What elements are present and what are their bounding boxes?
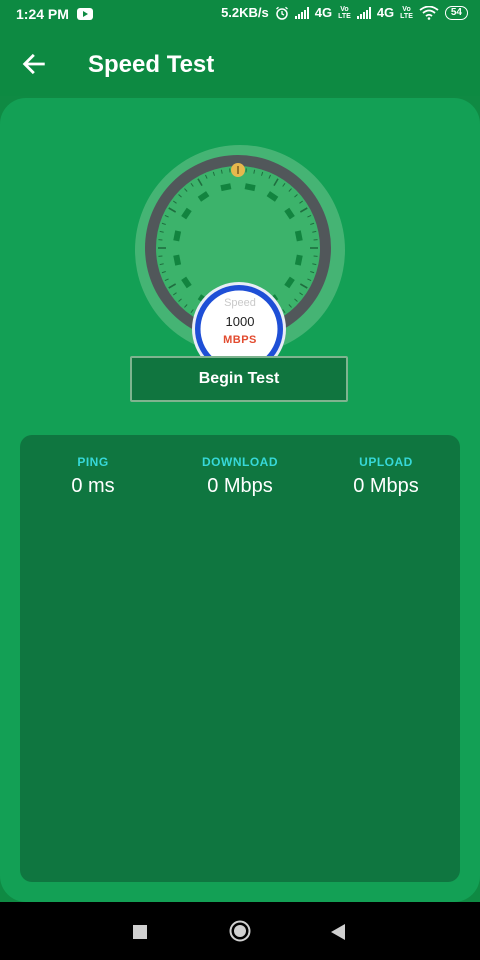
wifi-icon bbox=[419, 5, 439, 20]
signal-icon bbox=[294, 6, 309, 19]
network-speed: 5.2KB/s bbox=[221, 5, 269, 20]
volte-bottom: LTE bbox=[338, 12, 351, 20]
download-metric: DOWNLOAD 0 Mbps bbox=[170, 455, 310, 498]
arrow-left-icon[interactable] bbox=[20, 50, 48, 78]
download-label: DOWNLOAD bbox=[202, 455, 278, 469]
download-value: 0 Mbps bbox=[207, 475, 273, 497]
volte-bottom: LTE bbox=[400, 12, 413, 20]
back-triangle-icon[interactable] bbox=[330, 923, 346, 941]
upload-metric: UPLOAD 0 Mbps bbox=[316, 455, 456, 498]
system-nav-bar bbox=[0, 902, 480, 960]
clock: 1:24 PM bbox=[16, 6, 69, 22]
page-title: Speed Test bbox=[88, 51, 215, 78]
upload-value: 0 Mbps bbox=[353, 475, 419, 497]
volte-top: Vo bbox=[402, 5, 411, 13]
begin-test-button[interactable]: Begin Test bbox=[130, 356, 348, 402]
speed-value: 1000 bbox=[225, 314, 255, 329]
youtube-icon bbox=[76, 8, 93, 20]
speed-unit: MBPS bbox=[223, 334, 257, 346]
results-panel: PING 0 ms DOWNLOAD 0 Mbps UPLOAD 0 Mbps bbox=[20, 435, 460, 882]
speed-label: Speed bbox=[224, 297, 256, 309]
ping-label: PING bbox=[77, 455, 109, 469]
ping-value: 0 ms bbox=[71, 475, 115, 497]
recents-square-icon[interactable] bbox=[132, 924, 148, 940]
main-card: Speed 1000 MBPS Begin Test PING 0 ms DOW… bbox=[0, 98, 480, 902]
sim1-network-type: 4G bbox=[314, 5, 333, 20]
volte-indicator: Vo LTE bbox=[338, 6, 351, 20]
home-circle-icon[interactable] bbox=[229, 920, 251, 942]
battery-icon: 54 bbox=[444, 5, 468, 20]
volte-indicator: Vo LTE bbox=[400, 6, 413, 20]
volte-top: Vo bbox=[340, 5, 349, 13]
ping-metric: PING 0 ms bbox=[23, 455, 163, 498]
status-left: 1:24 PM bbox=[16, 6, 93, 22]
app-bar: Speed Test bbox=[0, 30, 480, 96]
status-right: 5.2KB/s 4G Vo LTE 4G Vo LTE 54 bbox=[221, 5, 468, 20]
signal-icon bbox=[356, 6, 371, 19]
status-bar: 1:24 PM 5.2KB/s 4G Vo LTE 4G Vo LTE 54 bbox=[0, 0, 480, 30]
upload-label: UPLOAD bbox=[359, 455, 413, 469]
alarm-icon bbox=[275, 6, 288, 20]
sim2-network-type: 4G bbox=[376, 5, 395, 20]
